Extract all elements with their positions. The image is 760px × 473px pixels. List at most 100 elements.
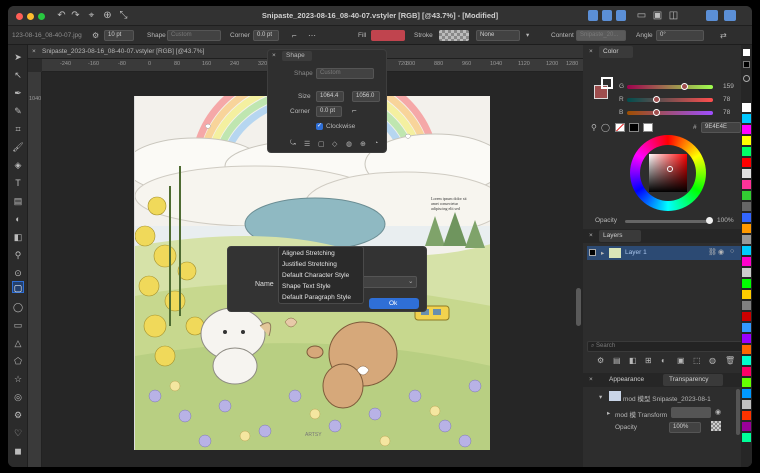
persona-icon[interactable]	[706, 10, 718, 21]
opacity-slider[interactable]	[625, 220, 709, 223]
appearance-tab[interactable]: Appearance	[601, 374, 655, 386]
color-swatch[interactable]	[742, 246, 751, 255]
gradient-tool-icon[interactable]: ◧	[12, 231, 24, 243]
canvas-scrollbar[interactable]	[576, 288, 581, 326]
g-slider-thumb[interactable]	[681, 83, 688, 90]
corner-type-icon[interactable]: ⌐	[352, 106, 357, 115]
opacity-value[interactable]: 100%	[717, 217, 734, 224]
ok-button[interactable]: Ok	[369, 298, 419, 309]
brush-tool-icon[interactable]: 🖌	[12, 141, 24, 153]
align-right-icon[interactable]	[616, 10, 626, 21]
dropdown-option[interactable]: Default Character Style	[282, 272, 349, 279]
color-swatch[interactable]	[742, 411, 751, 420]
color-swatch[interactable]	[742, 169, 751, 178]
color-mode-icon[interactable]: ◯	[601, 123, 610, 132]
g-value[interactable]: 159	[723, 83, 734, 90]
appearance-item-name[interactable]: mod 模型 Snipaste_2023-08-1	[623, 393, 711, 403]
color-swatch[interactable]	[742, 257, 751, 266]
color-swatch[interactable]	[742, 114, 751, 123]
align-center-icon[interactable]	[602, 10, 612, 21]
stroke-indicator[interactable]	[601, 77, 613, 89]
color-swatch[interactable]	[742, 400, 751, 409]
delete-layer-icon[interactable]: 🗑	[725, 356, 735, 365]
boolean-icon[interactable]: ◫	[668, 10, 679, 21]
shape-panel-corner-field[interactable]: 0.0 pt	[316, 106, 342, 117]
settings-icon[interactable]: ⚙	[92, 31, 99, 40]
no-color-swatch[interactable]	[615, 123, 625, 132]
dropdown-option[interactable]: Aligned Stretching	[282, 250, 335, 257]
color-tab[interactable]: Color	[599, 46, 633, 58]
color-swatch[interactable]	[742, 235, 751, 244]
polygon-tool-icon[interactable]: ⬠	[12, 355, 24, 367]
close-panel-icon[interactable]: ×	[589, 232, 593, 239]
r-value[interactable]: 78	[723, 96, 730, 103]
frame-text-icon[interactable]: ▤	[12, 195, 24, 207]
layers-search[interactable]: ⌕ Search	[587, 341, 747, 352]
color-swatch[interactable]	[742, 224, 751, 233]
swatch-tool-icon[interactable]: ◼	[12, 445, 24, 457]
expand-arrow-icon[interactable]: ▾	[599, 393, 602, 401]
b-value[interactable]: 78	[723, 109, 730, 116]
color-swatch[interactable]	[742, 334, 751, 343]
expand-arrow-icon[interactable]: ▸	[607, 409, 610, 417]
white-swatch[interactable]	[643, 123, 653, 132]
flip-icon[interactable]: ⇄	[720, 31, 727, 40]
group-icon[interactable]: ▣	[652, 10, 663, 21]
layer-action-icon[interactable]: ◐	[661, 356, 666, 365]
eyedropper-icon[interactable]: ⚲	[591, 123, 597, 132]
visibility-eye-icon[interactable]: ◉	[718, 248, 724, 256]
color-swatch[interactable]	[742, 147, 751, 156]
layer-color-tag[interactable]	[589, 249, 596, 256]
layer-action-icon[interactable]: ▤	[613, 356, 621, 365]
rectangle-tool-icon[interactable]: ▢	[12, 281, 24, 293]
size-height-field[interactable]: 1056.0	[352, 91, 380, 102]
expand-arrow-icon[interactable]: ▸	[601, 249, 604, 257]
studio-icon[interactable]	[724, 10, 736, 21]
r-slider[interactable]	[627, 98, 713, 102]
color-swatch[interactable]	[742, 158, 751, 167]
appearance-scrollbar[interactable]	[736, 389, 740, 435]
cog-tool-icon[interactable]: ⚙	[12, 409, 24, 421]
black-swatch[interactable]	[629, 123, 639, 132]
corner-field[interactable]: 0.0 pt	[253, 30, 279, 41]
heart-tool-icon[interactable]: ♡	[12, 427, 24, 439]
dropdown-option[interactable]: Default Paragraph Style	[282, 294, 351, 301]
layer-action-icon[interactable]: ⚙	[597, 356, 604, 365]
color-swatch[interactable]	[742, 367, 751, 376]
color-swatch[interactable]	[742, 268, 751, 277]
panel-action-icon[interactable]: ⊕	[360, 140, 366, 148]
close-tab-icon[interactable]: ×	[32, 48, 36, 55]
star-tool-icon[interactable]: ☆	[12, 373, 24, 385]
close-panel-icon[interactable]: ×	[589, 48, 593, 55]
stroke-width-field[interactable]: 10 pt	[104, 30, 134, 41]
rounded-rect-icon[interactable]: ▭	[12, 319, 24, 331]
b-slider-thumb[interactable]	[653, 109, 660, 116]
transparency-tab[interactable]: Transparency	[663, 374, 723, 386]
stroke-style-select[interactable]: None	[476, 30, 520, 41]
swatch[interactable]	[743, 61, 750, 68]
node-tool-icon[interactable]: ↖	[12, 69, 24, 81]
panel-action-icon[interactable]: ◔	[374, 140, 378, 147]
close-panel-icon[interactable]: ×	[272, 52, 276, 59]
shape-panel-shape-select[interactable]: Custom	[316, 68, 374, 79]
color-swatch[interactable]	[742, 389, 751, 398]
color-swatch[interactable]	[742, 290, 751, 299]
saturation-square[interactable]	[649, 154, 687, 192]
size-width-field[interactable]: 1064.4	[316, 91, 344, 102]
eyedropper-icon[interactable]: ⚲	[12, 249, 24, 261]
layer-action-icon[interactable]: ⬚	[693, 356, 701, 365]
color-swatch[interactable]	[742, 378, 751, 387]
swatch[interactable]	[743, 49, 750, 56]
color-swatch[interactable]	[742, 356, 751, 365]
color-swatch[interactable]	[742, 103, 751, 112]
opacity-slider-thumb[interactable]	[706, 217, 713, 224]
text-tool-icon[interactable]: T	[12, 177, 24, 189]
b-slider[interactable]	[627, 111, 713, 115]
color-swatch[interactable]	[742, 433, 751, 442]
visibility-toggle-icon[interactable]: ○	[730, 248, 734, 255]
move-tool-icon[interactable]: ➤	[12, 51, 24, 63]
dropdown-option[interactable]: Shape Text Style	[282, 283, 331, 290]
color-swatch[interactable]	[742, 279, 751, 288]
color-swatch[interactable]	[742, 202, 751, 211]
opacity-mask-icon[interactable]	[711, 421, 721, 431]
